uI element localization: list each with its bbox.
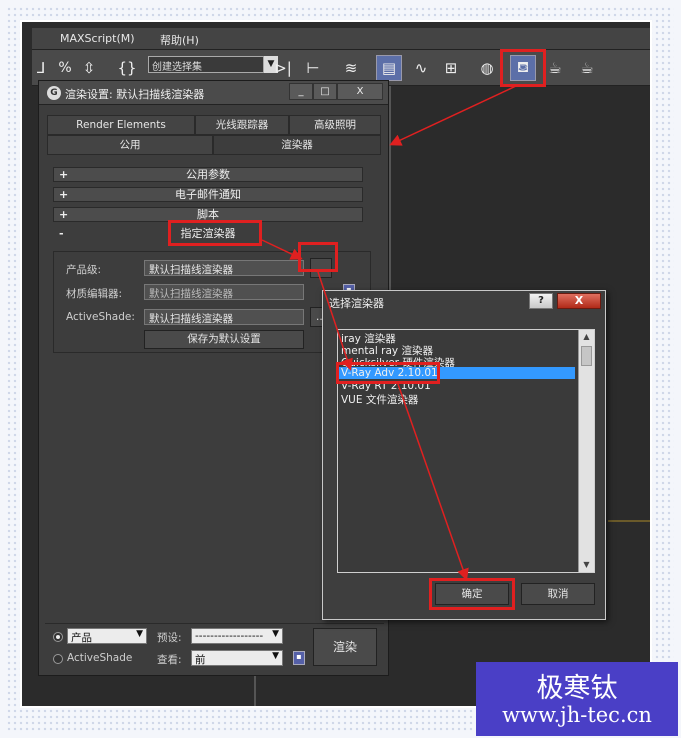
scroll-up-icon[interactable]: ▲ [579, 330, 594, 344]
menu-bar: MAXScript(M) 帮助(H) [32, 28, 650, 50]
percent-snap-icon[interactable]: % [52, 55, 78, 81]
maximize-button[interactable]: □ [313, 83, 337, 100]
tab-advanced-lighting[interactable]: 高级照明 [289, 115, 381, 135]
watermark-line2: www.jh-tec.cn [502, 703, 652, 727]
schematic-view-icon[interactable]: ⊞ [438, 55, 464, 81]
dialog-title: 渲染设置: 默认扫描线渲染器 [65, 88, 205, 101]
rollout-sign: + [59, 168, 69, 181]
align-icon[interactable]: ⊢ [300, 55, 326, 81]
cancel-button[interactable]: 取消 [521, 583, 595, 605]
curve-editor-icon[interactable]: ∿ [408, 55, 434, 81]
render-button[interactable]: 渲染 [313, 628, 377, 666]
rollout-common-parameters[interactable]: + 公用参数 [53, 167, 363, 182]
material-editor-label: 材质编辑器: [66, 288, 123, 300]
choose-renderer-title-bar[interactable]: 选择渲染器 ? X [323, 291, 605, 313]
material-editor-icon[interactable]: ◍ [474, 55, 500, 81]
chevron-down-icon: ▼ [272, 629, 279, 639]
tab-raytracer[interactable]: 光线跟踪器 [195, 115, 289, 135]
activeshade-radio[interactable] [53, 654, 63, 664]
view-lock-icon[interactable]: ▪ [293, 651, 305, 665]
chevron-down-icon: ▼ [272, 651, 279, 661]
edit-named-selection-icon[interactable]: {} [114, 55, 140, 81]
highlight-browse-button [298, 242, 338, 272]
watermark-logo: 极寒钛 www.jh-tec.cn [476, 662, 678, 736]
viewport-border [608, 520, 650, 522]
menu-maxscript[interactable]: MAXScript(M) [60, 32, 135, 45]
highlight-assign-renderer [168, 220, 262, 246]
scene-explorer-icon[interactable]: ▤ [376, 55, 402, 81]
rollout-sign: + [59, 188, 69, 201]
scroll-down-icon[interactable]: ▼ [579, 558, 594, 572]
save-as-default-button[interactable]: 保存为默认设置 [144, 330, 304, 349]
production-mode-dropdown[interactable]: 产品 ▼ [67, 628, 147, 644]
close-button[interactable]: X [557, 293, 601, 309]
preset-dropdown[interactable]: ------------------ ▼ [191, 628, 283, 644]
production-label: 产品级: [66, 264, 102, 276]
dialog-title: 选择渲染器 [329, 297, 384, 310]
highlight-ok-button [429, 578, 515, 610]
rollout-label: 公用参数 [186, 168, 230, 181]
production-renderer-field: 默认扫描线渲染器 [144, 260, 304, 276]
spinner-snap-icon[interactable]: ⇳ [76, 55, 102, 81]
tab-render-elements[interactable]: Render Elements [47, 115, 195, 135]
help-button[interactable]: ? [529, 293, 553, 309]
list-item[interactable]: VUE 文件渲染器 [341, 392, 418, 407]
layer-manager-icon[interactable]: ≋ [338, 55, 364, 81]
production-radio[interactable] [53, 632, 63, 642]
snap-icon[interactable]: ⅃ [28, 55, 54, 81]
activeshade-label: ActiveShade: [66, 311, 135, 323]
mirror-icon[interactable]: ⊳| [270, 55, 296, 81]
material-editor-renderer-field: 默认扫描线渲染器 [144, 284, 304, 300]
highlight-render-setup [500, 49, 546, 87]
close-button[interactable]: X [337, 83, 383, 100]
minimize-button[interactable]: _ [289, 83, 313, 100]
rollout-email-notifications[interactable]: + 电子邮件通知 [53, 187, 363, 202]
tab-renderer[interactable]: 渲染器 [213, 135, 381, 155]
render-production-icon[interactable]: ☕ [574, 55, 600, 81]
rollout-label: 电子邮件通知 [175, 188, 241, 201]
activeshade-radio-label: ActiveShade [67, 652, 133, 664]
dropdown-value: ------------------ [195, 630, 264, 642]
render-setup-title-bar[interactable]: G 渲染设置: 默认扫描线渲染器 _ □ X [39, 81, 388, 105]
preset-label: 预设: [157, 632, 182, 644]
activeshade-renderer-field: 默认扫描线渲染器 [144, 309, 304, 325]
rollout-sign: + [59, 208, 69, 221]
tab-common[interactable]: 公用 [47, 135, 213, 155]
dropdown-value: 前 [195, 654, 206, 666]
highlight-vray-item [336, 362, 440, 384]
viewport-divider-bottom [254, 676, 256, 706]
view-label: 查看: [157, 654, 182, 666]
rollout-sign: - [59, 227, 64, 240]
choose-renderer-dialog: 选择渲染器 ? X iray 渲染器 mental ray 渲染器 Quicks… [322, 290, 606, 620]
list-scrollbar[interactable]: ▲ ▼ [578, 330, 594, 572]
scroll-thumb[interactable] [581, 346, 592, 366]
chevron-down-icon: ▼ [136, 629, 143, 639]
render-bottom-bar: 产品 ▼ 预设: ------------------ ▼ ActiveShade … [45, 623, 384, 671]
named-selection-set-input[interactable]: 创建选择集 [148, 56, 264, 73]
dropdown-value: 产品 [71, 632, 92, 644]
view-dropdown[interactable]: 前 ▼ [191, 650, 283, 666]
max-logo-icon: G [47, 86, 61, 100]
menu-help[interactable]: 帮助(H) [160, 32, 199, 48]
watermark-line1: 极寒钛 [536, 673, 618, 704]
